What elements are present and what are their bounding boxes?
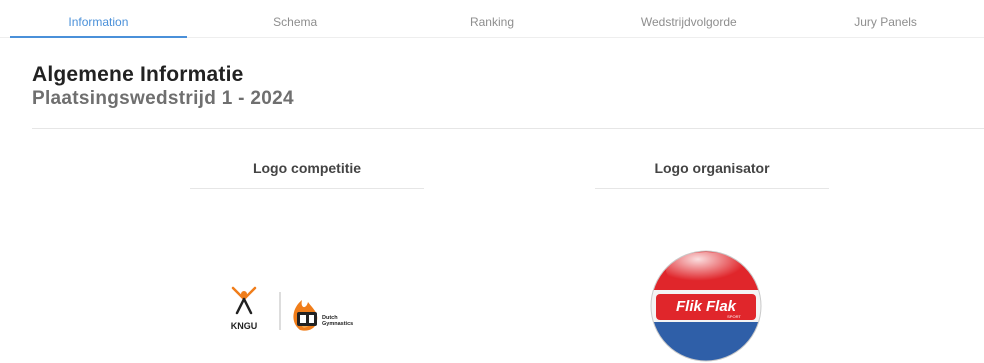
flik-sport-text: SPORT [727, 314, 741, 319]
flik-flak-logo: Flik Flak SPORT [650, 250, 762, 362]
competition-logo-section: Logo competitie [190, 160, 424, 189]
tab-bar: Information Schema Ranking Wedstrijdvolg… [0, 0, 984, 38]
gymnastics-text: Gymnastics [322, 321, 353, 327]
flik-flak-text: Flik Flak [676, 298, 737, 315]
tab-wedstrijdvolgorde[interactable]: Wedstrijdvolgorde [590, 0, 787, 37]
kngu-dutch-gymnastics-logo: KNGU Dutch Gymnastics [231, 286, 353, 331]
organizer-logo-label: Logo organisator [595, 160, 829, 189]
tab-jury-panels[interactable]: Jury Panels [787, 0, 984, 37]
page-heading: Algemene Informatie Plaatsingswedstrijd … [32, 63, 294, 110]
tab-schema[interactable]: Schema [197, 0, 394, 37]
page-title: Algemene Informatie [32, 63, 244, 86]
organizer-logo-section: Logo organisator [595, 160, 829, 189]
competition-logo-label: Logo competitie [190, 160, 424, 189]
dg-mark-icon [297, 312, 317, 326]
kngu-text: KNGU [231, 321, 258, 331]
tab-ranking[interactable]: Ranking [394, 0, 591, 37]
page-subtitle: Plaatsingswedstrijd 1 - 2024 [32, 88, 294, 109]
heading-divider [32, 128, 984, 129]
kngu-figure-icon [231, 286, 257, 315]
tab-information[interactable]: Information [0, 0, 197, 38]
